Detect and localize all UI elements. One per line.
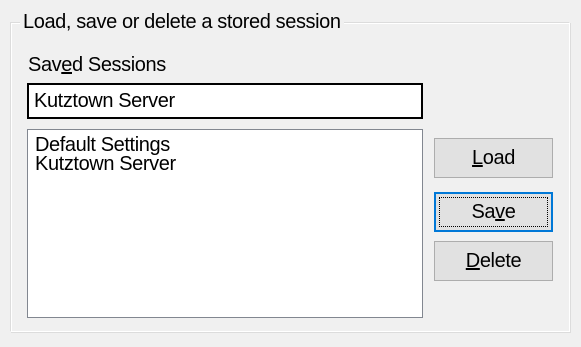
delete-button[interactable]: Delete <box>434 241 553 281</box>
saved-sessions-list[interactable]: Default Settings Kutztown Server <box>27 129 423 318</box>
list-item[interactable]: Kutztown Server <box>35 154 422 174</box>
group-box-title: Load, save or delete a stored session <box>20 9 344 35</box>
session-name-input[interactable] <box>27 83 423 119</box>
saved-sessions-label: Saved Sessions <box>28 52 166 78</box>
load-button[interactable]: Load <box>434 138 553 178</box>
saved-sessions-label-mnemonic: e <box>61 54 72 76</box>
save-button-mnemonic: v <box>495 200 505 223</box>
save-button-label: e <box>504 200 516 223</box>
save-button[interactable]: Sa v e <box>434 192 553 232</box>
session-panel: Load, save or delete a stored session Sa… <box>0 0 581 347</box>
delete-button-label: elete <box>479 249 522 272</box>
save-button-label: Sa <box>471 200 496 223</box>
saved-sessions-label-part: Sav <box>28 54 62 76</box>
load-button-label: oad <box>482 146 516 169</box>
saved-sessions-label-part: d Sessions <box>72 54 166 76</box>
delete-button-mnemonic: D <box>465 249 480 272</box>
load-button-mnemonic: L <box>472 146 483 169</box>
